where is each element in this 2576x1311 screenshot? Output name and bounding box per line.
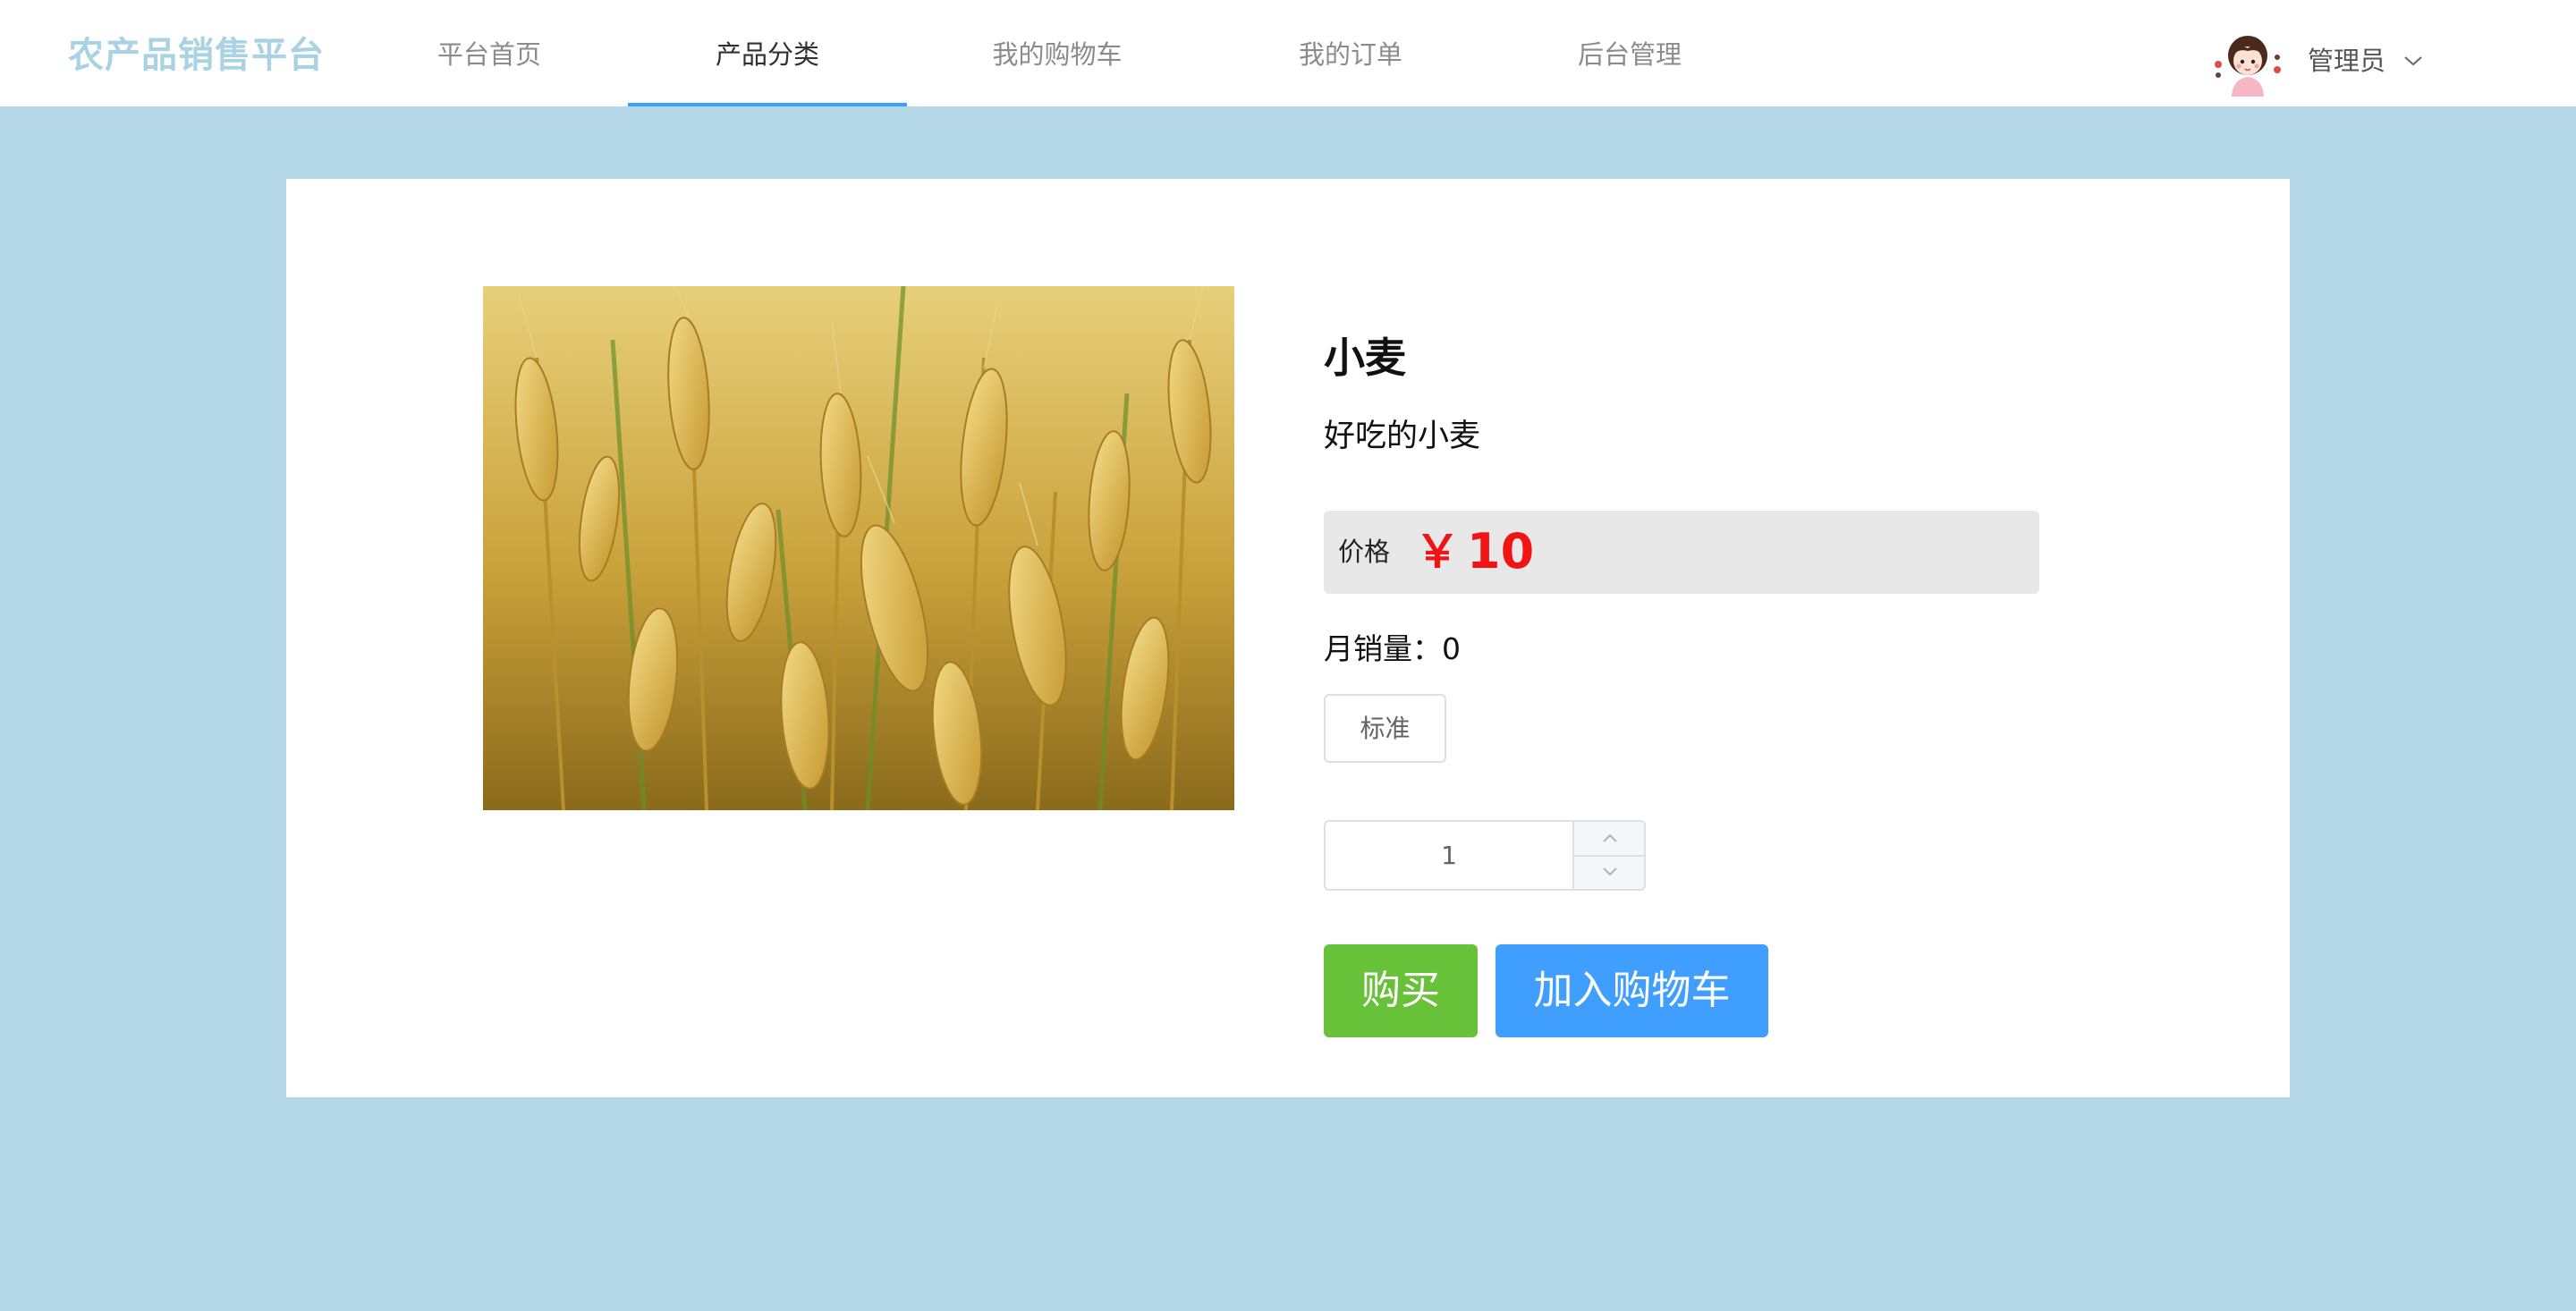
product-detail-card: 小麦 好吃的小麦 价格 ￥ 10 月销量：0 标准 1 购买 加入购物车 xyxy=(286,179,2290,1097)
product-image xyxy=(483,286,1234,810)
decrease-button[interactable] xyxy=(1574,856,1644,889)
quantity-stepper[interactable]: 1 xyxy=(1324,820,1646,891)
quantity-input[interactable]: 1 xyxy=(1326,822,1572,889)
spec-option-standard[interactable]: 标准 xyxy=(1324,694,1446,763)
sales-value: 0 xyxy=(1442,631,1461,666)
product-description: 好吃的小麦 xyxy=(1324,419,1481,454)
wheat-field-photo xyxy=(483,286,1234,810)
avatar xyxy=(2215,36,2281,97)
nav-item-orders[interactable]: 我的订单 xyxy=(1243,0,1458,106)
nav-item-cart[interactable]: 我的购物车 xyxy=(950,0,1165,106)
brand-logo-text[interactable]: 农产品销售平台 xyxy=(68,29,325,82)
product-name: 小麦 xyxy=(1324,334,1406,382)
increase-button[interactable] xyxy=(1574,822,1644,857)
price-value: 10 xyxy=(1467,523,1535,579)
nav-item-product-category[interactable]: 产品分类 xyxy=(628,0,907,106)
nav-item-admin[interactable]: 后台管理 xyxy=(1522,0,1737,106)
add-to-cart-button[interactable]: 加入购物车 xyxy=(1496,944,1768,1037)
buy-button[interactable]: 购买 xyxy=(1324,944,1478,1037)
price-box: 价格 ￥ 10 xyxy=(1324,511,2039,594)
sales-label: 月销量： xyxy=(1324,631,1442,666)
user-name: 管理员 xyxy=(2308,46,2386,76)
chevron-up-icon xyxy=(1603,833,1617,842)
chevron-down-icon xyxy=(1603,867,1617,876)
top-navbar: 农产品销售平台 平台首页 产品分类 我的购物车 我的订单 后台管理 管理员 xyxy=(0,0,2576,106)
nav-item-home[interactable]: 平台首页 xyxy=(386,0,592,106)
stepper-controls xyxy=(1572,822,1644,889)
price-label: 价格 xyxy=(1338,537,1391,567)
chevron-down-icon[interactable] xyxy=(2402,52,2424,70)
monthly-sales: 月销量：0 xyxy=(1324,628,1461,671)
currency-symbol: ￥ xyxy=(1415,526,1460,578)
